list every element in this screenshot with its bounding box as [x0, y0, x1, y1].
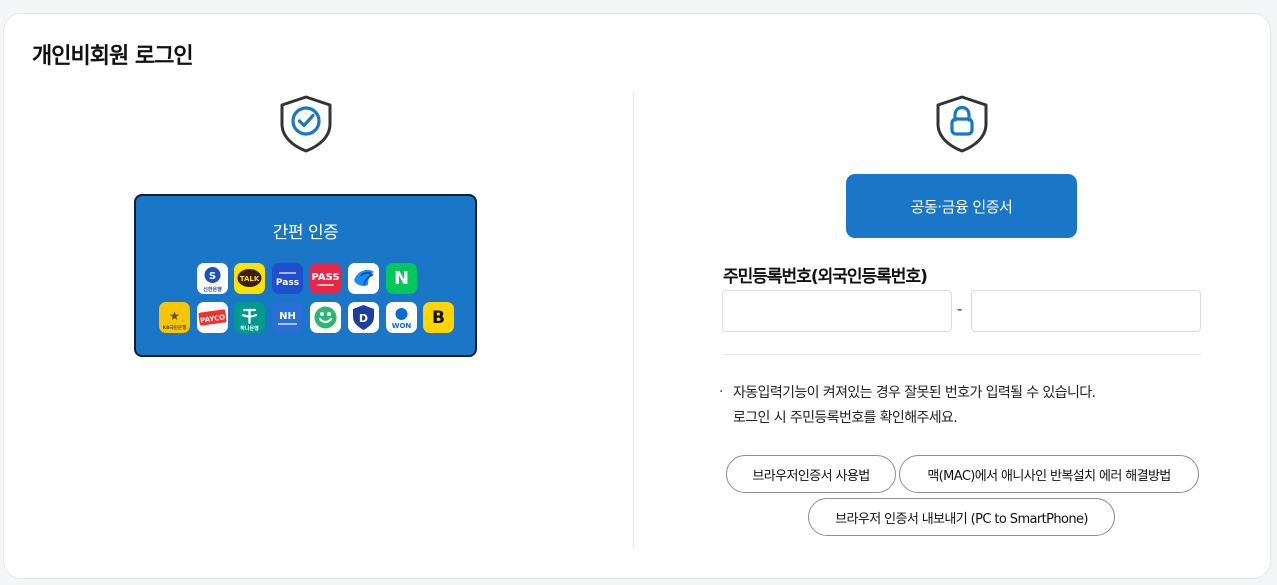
rrn-label: 주민등록번호(외국인등록번호) — [723, 267, 928, 287]
won-label: WON — [392, 322, 412, 330]
shield-lock-icon — [936, 95, 988, 153]
shinhan-label: 신한은행 — [203, 286, 222, 293]
kakaotalk-app-icon: TALK — [234, 263, 265, 294]
notice-line-2: 로그인 시 주민등록번호를 확인해주세요. — [733, 410, 958, 426]
mac-anysign-fix-button[interactable]: 맥(MAC)에서 애니사인 반복설치 에러 해결방법 — [899, 455, 1199, 493]
browser-cert-usage-button[interactable]: 브라우저인증서 사용법 — [726, 455, 896, 493]
nh-app-icon: NH — [272, 302, 303, 333]
samsung-pass-app-icon: Pass — [272, 263, 303, 294]
rrn-separator: - — [957, 300, 963, 318]
rrn-front-input[interactable] — [722, 290, 952, 332]
woori-app-icon — [310, 302, 341, 333]
nh-label: NH — [279, 311, 296, 322]
page-title: 개인비회원 로그인 — [32, 44, 194, 69]
easy-auth-title: 간편 인증 — [272, 223, 339, 243]
banksalad-app-icon: B — [423, 302, 454, 333]
kb-app-icon: ★ KB국민은행 — [159, 302, 190, 333]
notice-line-1: 자동입력기능이 켜져있는 경우 잘못된 번호가 입력될 수 있습니다. — [733, 385, 1096, 401]
shinhan-app-icon: S 신한은행 — [197, 263, 228, 294]
column-divider — [633, 92, 634, 548]
svg-text:S: S — [209, 271, 216, 282]
notice-divider — [723, 354, 1201, 355]
d-sign-app-icon: D — [348, 302, 379, 333]
notice-bullet: · — [719, 384, 724, 400]
rrn-back-input[interactable] — [971, 290, 1201, 332]
pass-app-icon: PASS — [310, 263, 341, 294]
easy-auth-button[interactable]: 간편 인증 S 신한은행 TALK Pass PASS N ★ KB국민은행 PAY… — [134, 194, 477, 357]
svg-text:★: ★ — [169, 309, 180, 323]
naver-app-icon: N — [386, 263, 417, 294]
won-app-icon: WON — [386, 302, 417, 333]
pass-label: PASS — [311, 272, 339, 283]
payco-app-icon: PAYCO — [197, 302, 228, 333]
browser-cert-export-button[interactable]: 브라우저 인증서 내보내기 (PC to SmartPhone) — [808, 498, 1115, 536]
samsung-pass-label: Pass — [276, 278, 299, 288]
kakaotalk-label: TALK — [240, 275, 260, 283]
shield-check-icon — [280, 95, 332, 153]
hana-label: 하나은행 — [240, 325, 259, 332]
hana-app-icon: 하나은행 — [234, 302, 265, 333]
toss-app-icon — [348, 263, 379, 294]
certificate-login-button[interactable]: 공동·금융 인증서 — [846, 174, 1077, 238]
d-sign-label: D — [359, 312, 368, 325]
kb-label: KB국민은행 — [163, 324, 186, 331]
